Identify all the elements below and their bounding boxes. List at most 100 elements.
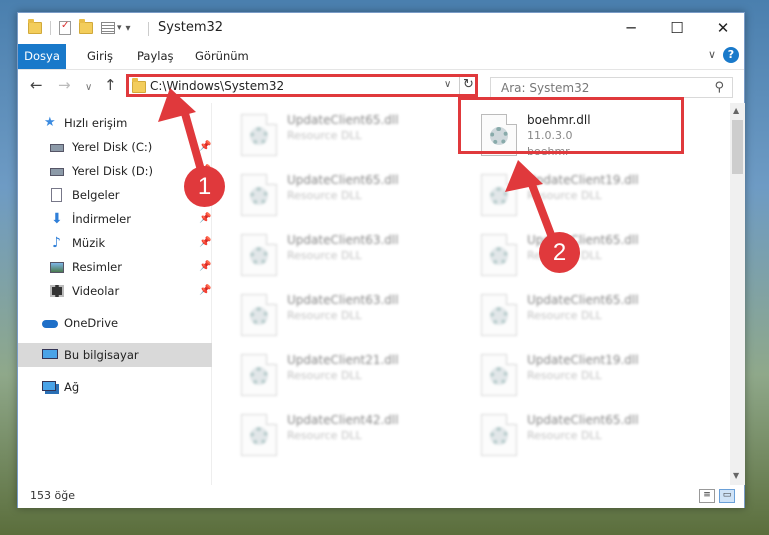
file-name: UpdateClient63.dll (287, 233, 399, 247)
sidebar-item-network[interactable]: Ağ (18, 375, 212, 399)
sidebar-item-label: İndirmeler (72, 212, 131, 226)
file-item[interactable]: UpdateClient63.dll Resource DLL (235, 291, 465, 345)
file-description: Resource DLL (527, 369, 602, 382)
file-description: Resource DLL (287, 129, 362, 142)
customize-qa-icon[interactable]: ▾ (126, 23, 131, 34)
sidebar-item-pictures[interactable]: Resimler 📌 (18, 255, 212, 279)
details-view-icon[interactable]: ≡ (699, 489, 715, 503)
dll-file-icon (241, 294, 277, 336)
sidebar-item-onedrive[interactable]: OneDrive (18, 311, 212, 335)
address-dropdown-icon[interactable]: ∨ (444, 79, 451, 90)
tab-home[interactable]: Giriş (78, 44, 122, 68)
sidebar-item-music[interactable]: ♪ Müzik 📌 (18, 231, 212, 255)
file-item[interactable]: UpdateClient63.dll Resource DLL (235, 231, 465, 285)
file-name: UpdateClient21.dll (287, 353, 399, 367)
tab-view[interactable]: Görünüm (186, 44, 258, 68)
gear-icon (490, 427, 508, 445)
new-folder-icon[interactable] (79, 19, 93, 34)
tiles-view-icon[interactable]: ▭ (719, 489, 735, 503)
quick-access-toolbar: ✓ ▾ ▾ (28, 19, 131, 37)
dll-file-icon (481, 234, 517, 276)
dll-file-icon (481, 174, 517, 216)
star-icon: ★ (44, 115, 56, 130)
pin-icon[interactable]: 📌 (199, 255, 211, 279)
pin-icon[interactable]: 📌 (199, 231, 211, 255)
divider (50, 21, 51, 35)
scroll-thumb[interactable] (732, 120, 743, 174)
maximize-button[interactable]: ☐ (654, 13, 700, 43)
gear-icon (490, 307, 508, 325)
dll-file-icon (241, 414, 277, 456)
folder-icon (132, 78, 146, 93)
sidebar-item-label: Ağ (64, 380, 80, 394)
address-bar[interactable]: C:\Windows\System32 ∨ ↻ (126, 74, 478, 97)
pin-icon[interactable]: 📌 (199, 135, 211, 159)
file-item[interactable]: UpdateClient65.dllResource DLL (475, 291, 705, 345)
divider (148, 22, 149, 36)
view-icon[interactable] (101, 22, 115, 34)
sidebar-item-this-pc[interactable]: Bu bilgisayar (18, 343, 212, 367)
file-description: Resource DLL (287, 429, 362, 442)
help-icon[interactable]: ? (723, 47, 739, 63)
vertical-scrollbar[interactable]: ▲ ▼ (730, 103, 745, 485)
status-bar: 153 öğe ≡ ▭ (18, 485, 744, 508)
file-item[interactable]: UpdateClient19.dll Resource DLL (475, 171, 705, 225)
sidebar-item-quick-access[interactable]: ★ Hızlı erişim (18, 111, 212, 135)
refresh-button[interactable]: ↻ (463, 77, 474, 92)
sidebar-item-label: Müzik (72, 236, 106, 250)
computer-icon (42, 349, 58, 359)
recent-locations-button[interactable]: ∨ (85, 80, 92, 95)
file-item[interactable]: UpdateClient21.dll Resource DLL (235, 351, 465, 405)
tab-share[interactable]: Paylaş (128, 44, 183, 68)
forward-button[interactable]: → (58, 78, 71, 93)
drive-icon (50, 144, 64, 152)
sidebar-item-videos[interactable]: Videolar 📌 (18, 279, 212, 303)
minimize-button[interactable]: ─ (608, 13, 654, 43)
gear-icon (250, 247, 268, 265)
gear-icon (250, 367, 268, 385)
file-name: UpdateClient65.dll (527, 413, 639, 427)
highlight-box (458, 97, 684, 154)
sidebar-item-drive-c[interactable]: Yerel Disk (C:) 📌 (18, 135, 212, 159)
close-button[interactable]: ✕ (700, 13, 746, 43)
file-item[interactable]: UpdateClient65.dllResource DLL (235, 171, 465, 225)
scroll-down-icon[interactable]: ▼ (733, 471, 739, 480)
sidebar-item-documents[interactable]: Belgeler 📌 (18, 183, 212, 207)
document-icon (51, 188, 62, 202)
file-item[interactable]: UpdateClient19.dll Resource DLL (475, 351, 705, 405)
properties-icon[interactable]: ✓ (59, 20, 71, 35)
search-icon[interactable]: ⚲ (714, 80, 724, 95)
gear-icon (250, 127, 268, 145)
address-path[interactable]: C:\Windows\System32 (150, 79, 284, 93)
file-item[interactable]: UpdateClient42.dll Resource DLL (235, 411, 465, 465)
up-button[interactable]: ↑ (104, 78, 117, 93)
file-name: UpdateClient63.dll (287, 293, 399, 307)
navigation-pane: ★ Hızlı erişim Yerel Disk (C:) 📌 Yerel D… (18, 103, 212, 485)
drive-icon (50, 168, 64, 176)
sidebar-item-label: Yerel Disk (C:) (72, 140, 153, 154)
window-title: System32 (158, 20, 224, 35)
file-item[interactable]: UpdateClient65.dllResource DLL (475, 231, 705, 285)
dll-file-icon (241, 354, 277, 396)
gear-icon (250, 427, 268, 445)
back-button[interactable]: ← (30, 78, 43, 93)
file-item[interactable]: UpdateClient65.dllResource DLL (475, 411, 705, 465)
scroll-up-icon[interactable]: ▲ (733, 106, 739, 115)
file-item[interactable]: UpdateClient65.dllResource DLL (235, 111, 465, 165)
pin-icon[interactable]: 📌 (199, 207, 211, 231)
dll-file-icon (481, 414, 517, 456)
sidebar-item-label: Resimler (72, 260, 122, 274)
step-badge-1: 1 (184, 166, 225, 207)
qa-dropdown-icon[interactable]: ▾ (117, 23, 122, 33)
network-icon (42, 381, 56, 391)
search-input[interactable]: Ara: System32 ⚲ (490, 77, 733, 98)
file-description: Resource DLL (287, 309, 362, 322)
item-count: 153 öğe (30, 489, 75, 502)
collapse-ribbon-icon[interactable]: ∨ (708, 48, 716, 61)
title-bar: ✓ ▾ ▾ System32 ─ ☐ ✕ (18, 13, 744, 44)
sidebar-item-label: OneDrive (64, 316, 119, 330)
sidebar-item-downloads[interactable]: ⬇ İndirmeler 📌 (18, 207, 212, 231)
pin-icon[interactable]: 📌 (199, 279, 211, 303)
folder-icon[interactable] (28, 19, 42, 34)
sidebar-item-drive-d[interactable]: Yerel Disk (D:) 📌 (18, 159, 212, 183)
